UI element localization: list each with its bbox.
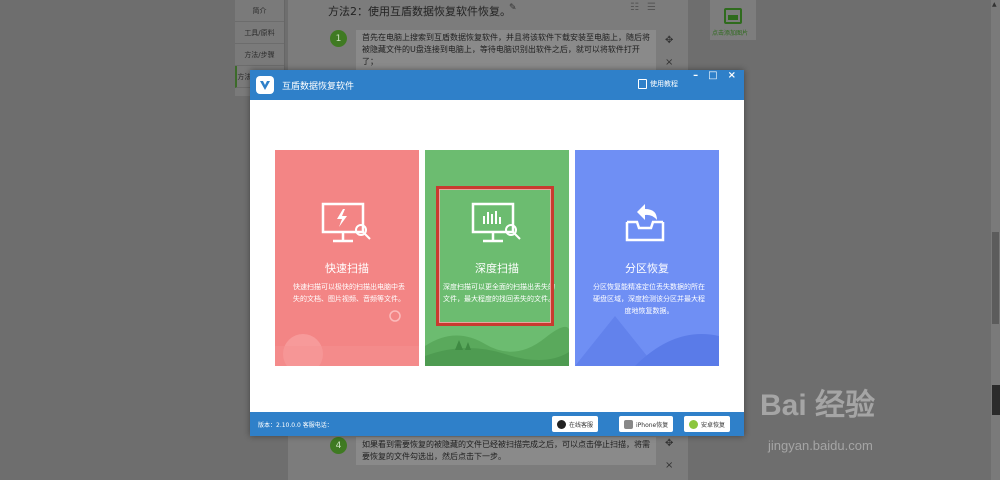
step-number: 1 [330,30,347,47]
card-description: 快速扫描可以极快的扫描出电脑中丢失的文档、图片视频、音频等文件。 [293,283,405,303]
scroll-up-icon[interactable]: ▲ [992,1,997,8]
maximize-icon[interactable]: □ [708,70,717,81]
floating-widget[interactable] [992,385,1000,415]
step-number: 4 [330,437,347,454]
window-titlebar: 互盾数据恢复软件 使用教程 – □ × [250,70,744,100]
step-tools: ✥ × [665,433,673,477]
step-section-title[interactable]: 方法2：使用互盾数据恢复软件恢复。 [328,3,511,19]
watermark-url: jingyan.baidu.com [768,438,873,453]
book-icon [638,79,647,89]
window-footer: 版本：2.10.0.0 客服电话： 在线客服 iPhone恢复 安卓恢复 [250,412,744,436]
window-controls: – □ × [693,70,736,81]
move-icon[interactable]: ✥ [665,433,673,455]
iphone-icon [624,419,633,429]
list-format-icons[interactable]: ☷☰ [630,2,664,13]
close-icon[interactable]: × [728,70,736,81]
sidebar-item-intro[interactable]: 简介 [235,0,284,22]
sidebar-item-steps[interactable]: 方法/步骤 [235,44,284,66]
card-title: 快速扫描 [325,262,369,275]
tutorial-link[interactable]: 使用教程 [638,79,678,89]
pencil-icon[interactable]: ✎ [509,3,517,13]
close-icon[interactable]: × [665,455,673,477]
step-text-field[interactable]: 首先在电脑上搜索到互盾数据恢复软件，并且将该软件下载安装至电脑上，随后将被隐藏文… [356,30,656,70]
android-icon [689,419,698,429]
android-recovery-button[interactable]: 安卓恢复 [684,416,731,432]
inbox-restore-icon [625,204,665,242]
online-service-button[interactable]: 在线客服 [552,416,599,432]
card-title: 分区恢复 [625,262,669,275]
app-title: 互盾数据恢复软件 [282,81,355,92]
scrollbar-thumb[interactable] [992,232,999,324]
card-description: 分区恢复能精准定位丢失数据的所在硬盘区域，深度检测该分区并最大程度地恢复数据。 [593,283,705,315]
sidebar-item-tools[interactable]: 工具/原料 [235,22,284,44]
monitor-flash-icon [321,202,371,243]
cloud-decoration [275,310,419,366]
android-recovery-label: 安卓恢复 [701,421,726,429]
move-icon[interactable]: ✥ [665,30,673,52]
iphone-recovery-label: iPhone恢复 [636,421,669,429]
online-service-label: 在线客服 [569,421,594,429]
tutorial-label: 使用教程 [650,80,678,88]
qq-icon [557,419,566,429]
minimize-icon[interactable]: – [693,70,698,81]
step-text-field[interactable]: 如果看到需要恢复的被隐藏的文件已经被扫描完成之后，可以点击停止扫描，将需要恢复的… [356,437,656,465]
app-logo-icon [256,76,274,94]
version-info: 版本：2.10.0.0 客服电话： [258,421,333,429]
quick-scan-card[interactable]: 快速扫描 快速扫描可以极快的扫描出电脑中丢失的文档、图片视频、音频等文件。 [275,150,419,366]
partition-recovery-card[interactable]: 分区恢复 分区恢复能精准定位丢失数据的所在硬盘区域，深度检测该分区并最大程度地恢… [575,150,719,366]
add-image-label[interactable]: 点击添加图片 [712,28,748,37]
step-tools: ✥ × [665,30,673,74]
baidu-jingyan-watermark: Bai 经验 [760,389,876,422]
red-highlight-box [436,186,554,326]
add-image-icon[interactable] [724,8,742,24]
iphone-recovery-button[interactable]: iPhone恢复 [619,416,674,432]
